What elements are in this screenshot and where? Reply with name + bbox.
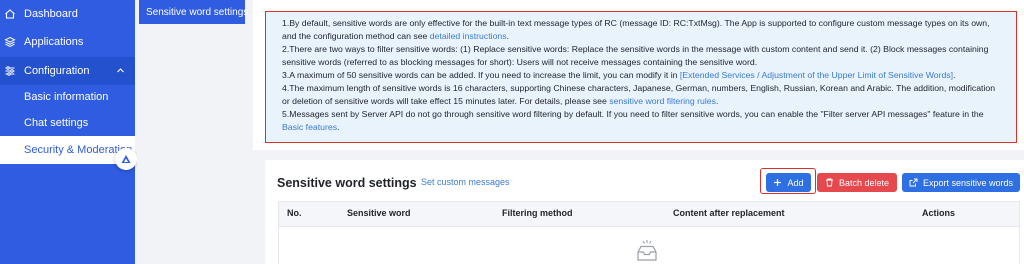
dashboard-icon	[4, 8, 16, 20]
plus-icon	[773, 178, 782, 187]
sidebar-item-label: Chat settings	[24, 117, 89, 129]
brand-icon[interactable]	[115, 148, 137, 170]
column-header-actions: Actions	[922, 208, 956, 218]
sidebar-item-chat-settings[interactable]: Chat settings	[0, 109, 135, 137]
notice-panel: 1.By default, sensitive words are only e…	[265, 11, 1017, 143]
column-header-sensitive-word: Sensitive word	[347, 208, 411, 218]
applications-icon	[4, 36, 16, 48]
sidebar-item-dashboard[interactable]: Dashboard	[0, 0, 135, 28]
basic-features-link[interactable]: Basic features	[282, 122, 337, 132]
subnav-item-sensitive-word-settings[interactable]: Sensitive word settings	[139, 0, 248, 24]
detailed-instructions-link[interactable]: detailed instructions	[430, 31, 507, 41]
batch-delete-button[interactable]: Batch delete	[817, 173, 897, 192]
export-icon	[909, 178, 918, 187]
filtering-rules-link[interactable]: sensitive word filtering rules	[609, 96, 716, 106]
empty-inbox-icon	[634, 238, 660, 264]
notice-item-3: 3.A maximum of 50 sensitive words can be…	[282, 70, 956, 80]
trash-icon	[825, 178, 834, 187]
notice-item-5: 5.Messages sent by Server API do not go …	[282, 109, 984, 132]
notice-item-4: 4.The maximum length of sensitive words …	[282, 83, 996, 106]
column-header-content-after-replacement: Content after replacement	[673, 208, 785, 218]
sidebar-item-configuration[interactable]: Configuration	[0, 57, 135, 85]
set-custom-messages-link[interactable]: Set custom messages	[421, 177, 510, 187]
sidebar-item-label: Dashboard	[24, 8, 78, 20]
sidebar: Dashboard Applications Configuration Bas…	[0, 0, 135, 264]
notice-item-1: 1.By default, sensitive words are only e…	[282, 18, 990, 41]
column-header-no: No.	[287, 208, 302, 218]
column-header-filtering-method: Filtering method	[502, 208, 573, 218]
extended-services-link[interactable]: [Extended Services / Adjustment of the U…	[680, 70, 953, 80]
notice-item-2: 2.There are two ways to filter sensitive…	[282, 44, 989, 67]
sidebar-item-basic-information[interactable]: Basic information	[0, 83, 135, 111]
export-sensitive-words-button[interactable]: Export sensitive words	[902, 173, 1020, 192]
sidebar-item-label: Basic information	[24, 91, 109, 103]
sidebar-item-applications[interactable]: Applications	[0, 28, 135, 56]
secondary-nav: Sensitive word settings	[137, 0, 248, 264]
sidebar-item-label: Configuration	[24, 65, 90, 77]
add-button[interactable]: Add	[766, 173, 811, 192]
page-title: Sensitive word settings	[277, 176, 417, 190]
sidebar-item-label: Applications	[24, 36, 84, 48]
chevron-up-icon	[116, 66, 125, 78]
configuration-icon	[4, 65, 16, 77]
